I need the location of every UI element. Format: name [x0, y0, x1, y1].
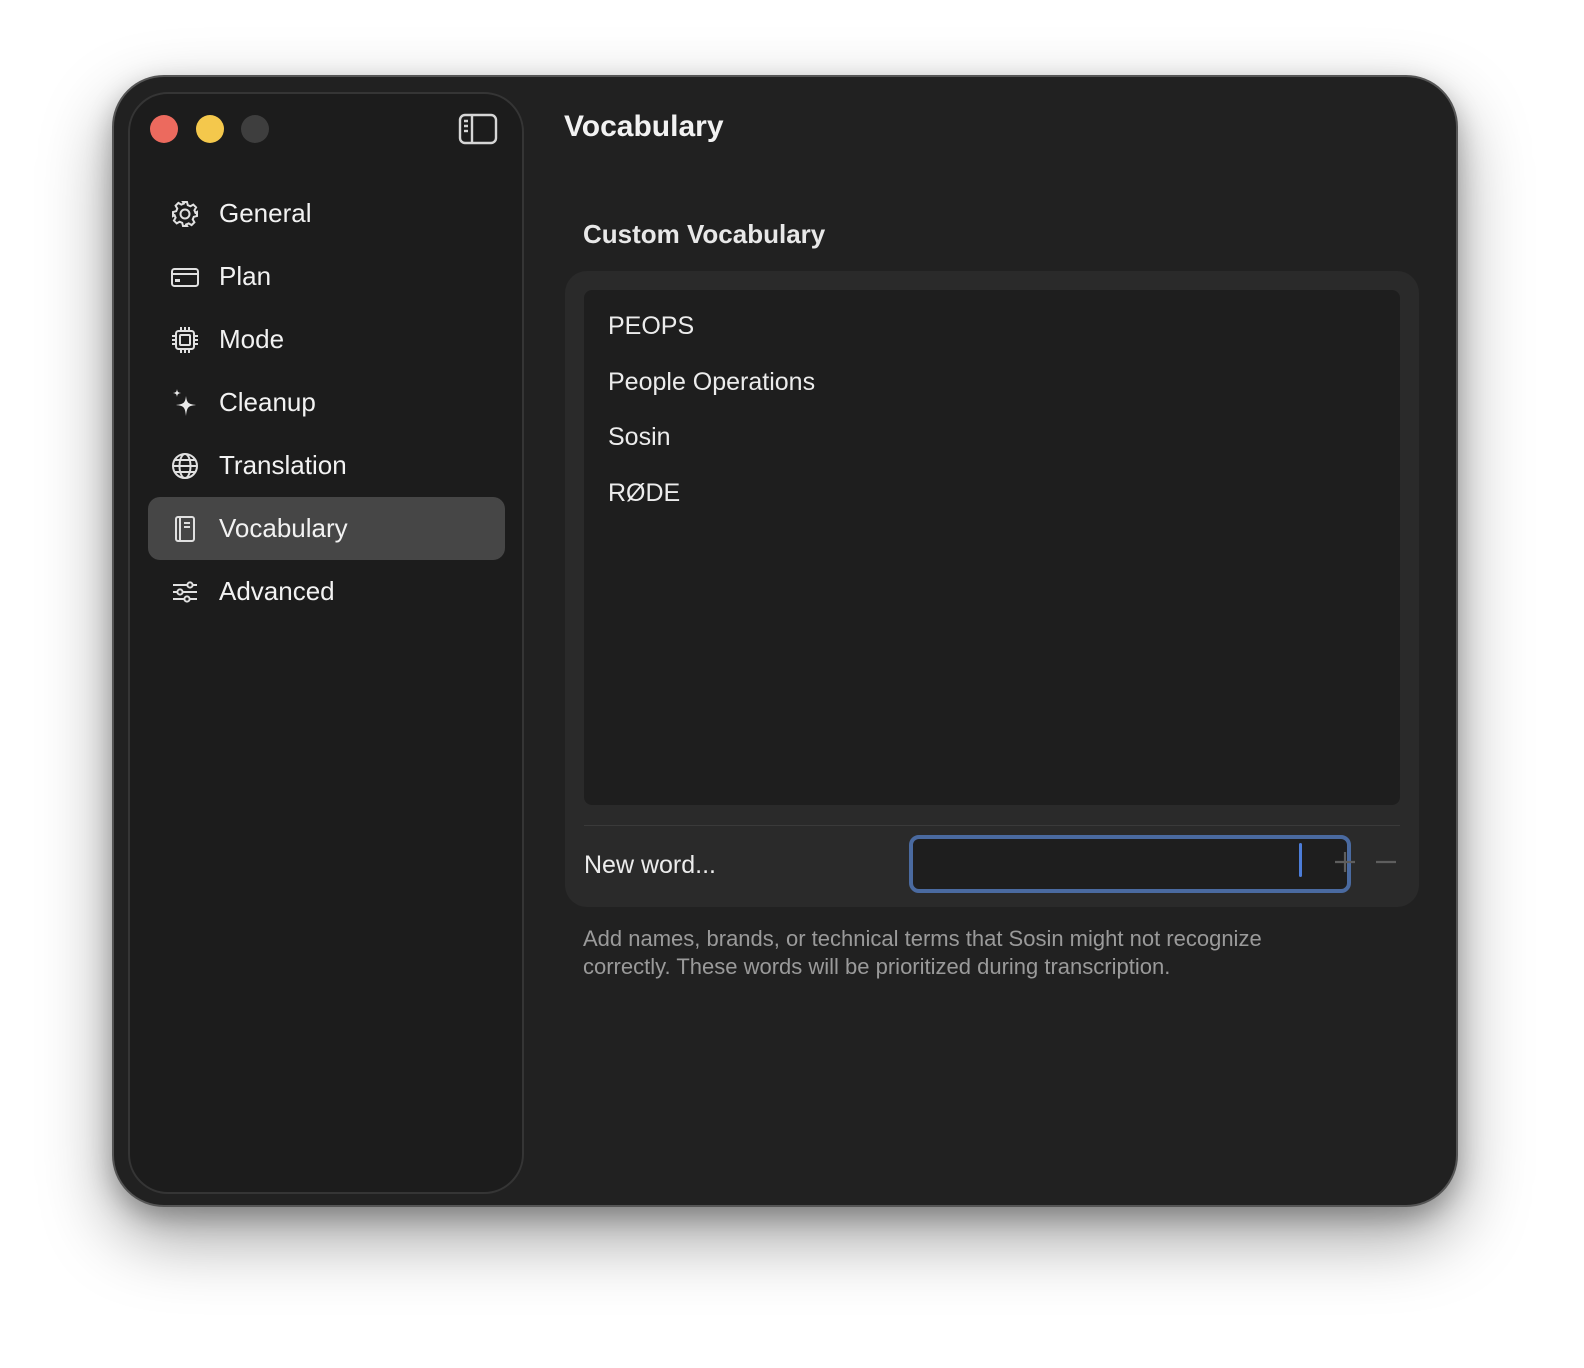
vocabulary-card: PEOPS People Operations Sosin RØDE New w… [565, 271, 1419, 907]
credit-card-icon [170, 262, 200, 292]
sidebar-item-cleanup[interactable]: Cleanup [148, 371, 505, 434]
sidebar: General Plan Mode Cleanup Translation Vo… [128, 92, 524, 1194]
text-caret [1299, 843, 1302, 877]
gear-icon [170, 199, 200, 229]
sidebar-item-label: Vocabulary [219, 513, 348, 543]
sidebar-item-vocabulary[interactable]: Vocabulary [148, 497, 505, 560]
helper-text: Add names, brands, or technical terms th… [583, 926, 1262, 979]
sidebar-item-label: Translation [219, 450, 347, 480]
sidebar-item-label: Advanced [219, 576, 335, 606]
list-item[interactable]: PEOPS [584, 306, 1400, 362]
new-word-input[interactable] [909, 835, 1351, 893]
sidebar-item-label: General [219, 198, 312, 228]
list-item[interactable]: People Operations [584, 362, 1400, 418]
close-button[interactable] [150, 115, 178, 143]
book-icon [170, 514, 200, 544]
sidebar-item-mode[interactable]: Mode [148, 308, 505, 371]
remove-word-button[interactable] [1371, 847, 1401, 877]
divider [584, 825, 1400, 826]
sparkles-icon [170, 388, 200, 418]
settings-window: General Plan Mode Cleanup Translation Vo… [112, 75, 1458, 1207]
globe-icon [170, 451, 200, 481]
sidebar-item-label: Plan [219, 261, 272, 291]
page-title: Vocabulary [564, 110, 724, 143]
sidebar-item-label: Cleanup [219, 387, 316, 417]
sidebar-toggle-icon[interactable] [458, 113, 498, 145]
list-item[interactable]: RØDE [584, 473, 1400, 529]
section-title: Custom Vocabulary [583, 219, 826, 249]
zoom-button [241, 115, 269, 143]
sidebar-nav: General Plan Mode Cleanup Translation Vo… [148, 182, 505, 623]
cpu-chip-icon [170, 325, 200, 355]
add-word-button[interactable] [1330, 847, 1360, 877]
new-word-label: New word... [584, 851, 716, 879]
list-item[interactable]: Sosin [584, 417, 1400, 473]
sidebar-item-label: Mode [219, 324, 285, 354]
sidebar-item-general[interactable]: General [148, 182, 505, 245]
sidebar-item-translation[interactable]: Translation [148, 434, 505, 497]
minimize-button[interactable] [196, 115, 224, 143]
word-list[interactable]: PEOPS People Operations Sosin RØDE [584, 290, 1400, 805]
sidebar-item-advanced[interactable]: Advanced [148, 560, 505, 623]
sidebar-item-plan[interactable]: Plan [148, 245, 505, 308]
sliders-icon [170, 577, 200, 607]
